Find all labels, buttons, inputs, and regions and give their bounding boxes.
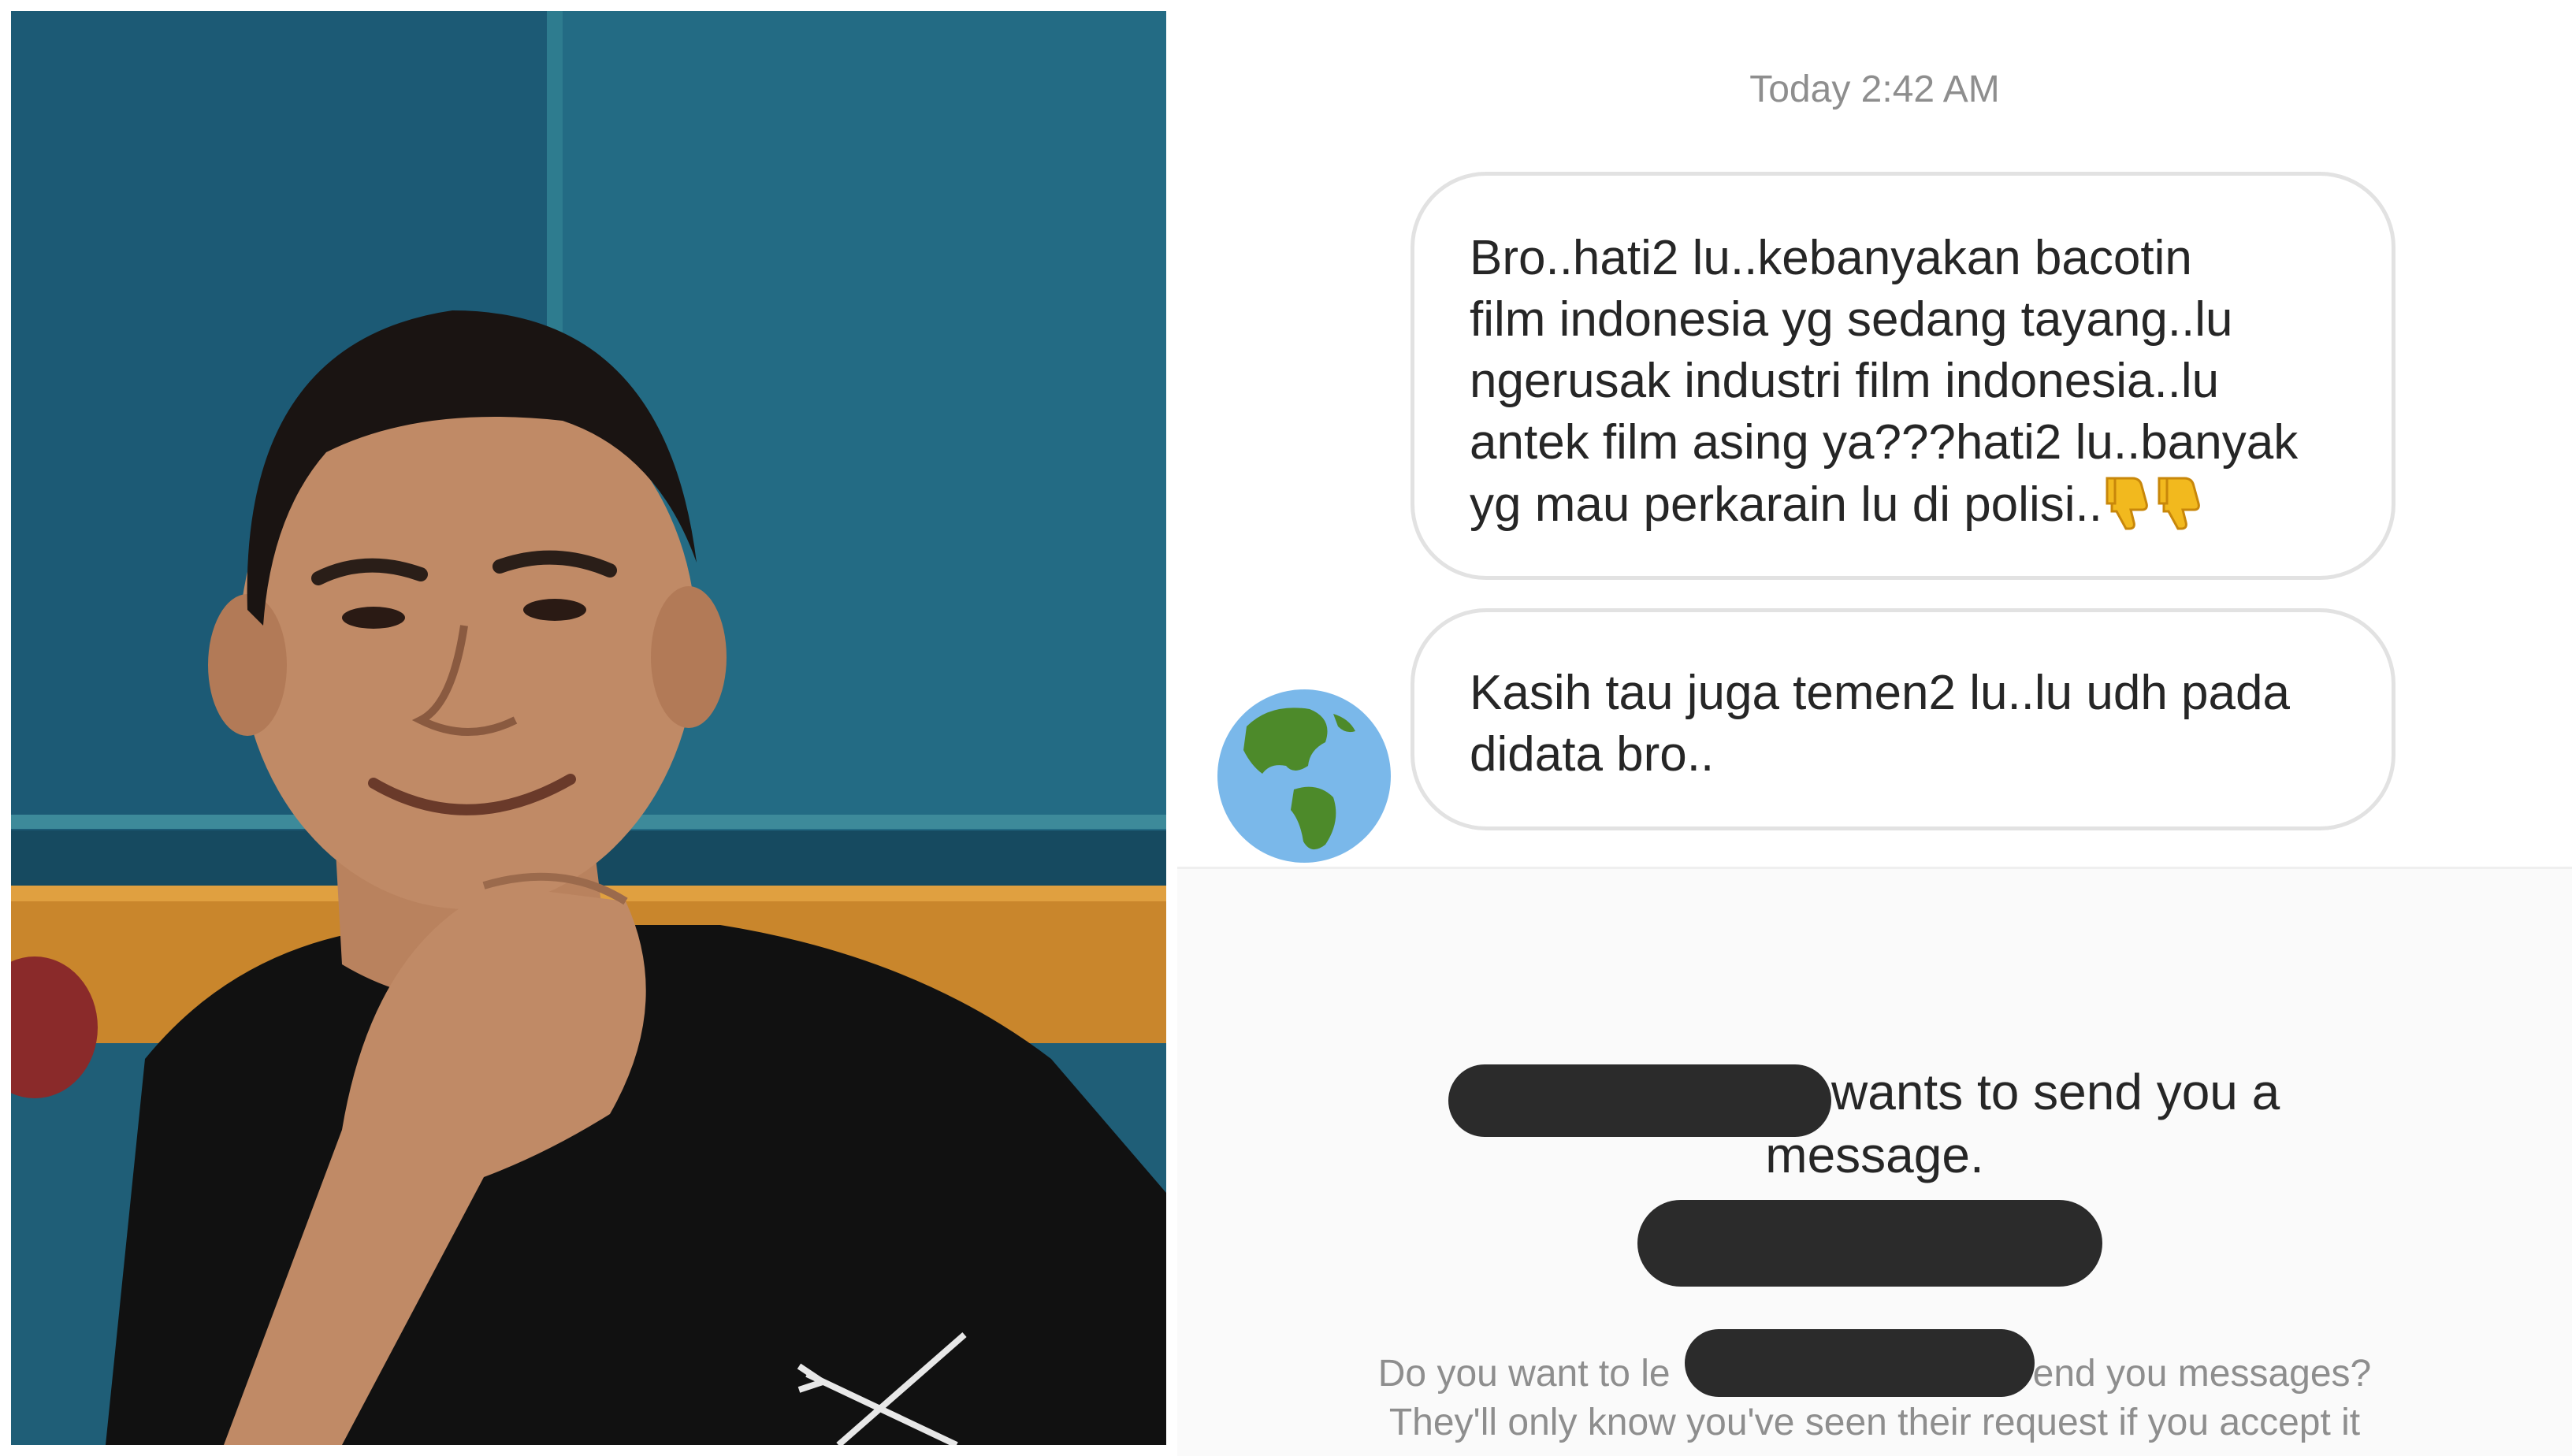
message-bubble[interactable]: Kasih tau juga temen2 lu..lu udh pada di… (1411, 608, 2395, 830)
direct-message-thread: Today 2:42 AM Bro..hati2 lu..kebanyakan … (1177, 0, 2572, 1456)
request-title-continued: message. (1765, 1127, 1984, 1183)
profile-photo (11, 11, 1166, 1445)
redacted-subtitle (1637, 1200, 2102, 1287)
man-portrait-illustration (11, 11, 1166, 1445)
thumbs-down-icon (2156, 474, 2206, 530)
globe-americas-icon[interactable] (1215, 687, 1393, 865)
message-bubble[interactable]: Bro..hati2 lu..kebanyakan bacotin film i… (1411, 172, 2395, 580)
request-note: They'll only know you've seen their requ… (1388, 1402, 2361, 1443)
message-request-panel: wants to send you a message. Do you want… (1177, 867, 2572, 1456)
redacted-question-name (1685, 1329, 2035, 1397)
request-question-start: Do you want to le (1377, 1353, 1671, 1395)
request-title: wants to send you a (1831, 1064, 2280, 1120)
thumbs-down-icon (2104, 474, 2154, 530)
message-text: Kasih tau juga temen2 lu..lu udh pada di… (1470, 666, 2290, 782)
message-timestamp: Today 2:42 AM (1749, 69, 2000, 110)
request-question-end: end you messages? (2032, 1353, 2372, 1395)
